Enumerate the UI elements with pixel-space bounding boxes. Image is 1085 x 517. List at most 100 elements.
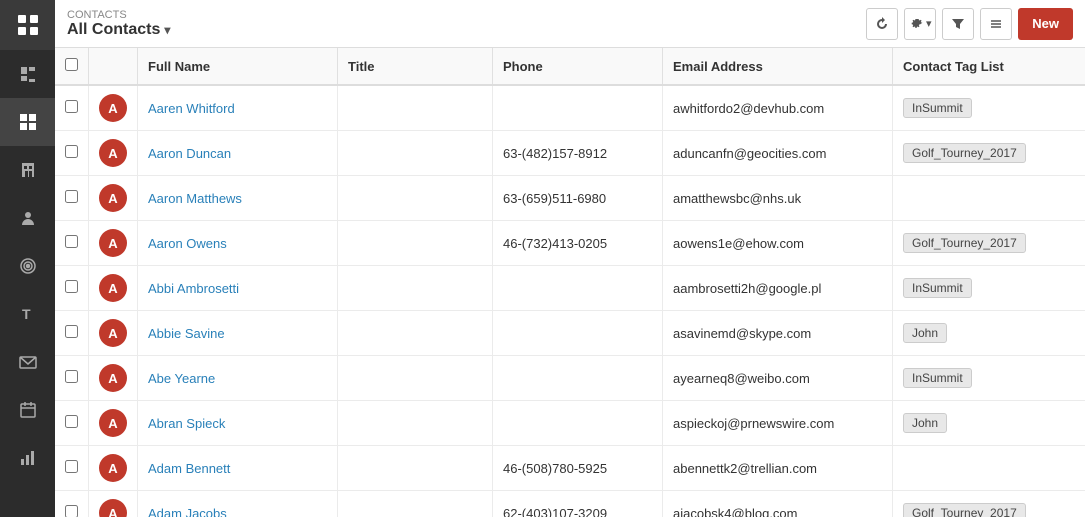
row-avatar-cell: A <box>89 311 138 356</box>
contact-name-link[interactable]: Aaron Owens <box>148 236 227 251</box>
contact-tag[interactable]: Golf_Tourney_2017 <box>903 503 1026 517</box>
contact-tag[interactable]: InSummit <box>903 98 972 118</box>
header-fullname[interactable]: Full Name <box>138 48 338 85</box>
columns-button[interactable] <box>980 8 1012 40</box>
row-tag-cell <box>893 446 1085 491</box>
svg-text:T: T <box>22 306 31 322</box>
contact-name-link[interactable]: Adam Jacobs <box>148 506 227 517</box>
row-checkbox[interactable] <box>65 280 78 293</box>
breadcrumb: CONTACTS <box>67 9 170 21</box>
sidebar-item-contacts[interactable] <box>0 98 55 146</box>
avatar: A <box>99 409 127 437</box>
select-all-checkbox[interactable] <box>65 58 78 71</box>
row-name-cell: Abe Yearne <box>138 356 338 401</box>
row-name-cell: Abran Spieck <box>138 401 338 446</box>
contact-tag[interactable]: Golf_Tourney_2017 <box>903 233 1026 253</box>
sidebar-item-calendar[interactable] <box>0 386 55 434</box>
header: CONTACTS All Contacts ▾ ▾ New <box>55 0 1085 48</box>
contact-tag[interactable]: InSummit <box>903 368 972 388</box>
row-checkbox[interactable] <box>65 100 78 113</box>
page-title: All Contacts ▾ <box>67 21 170 39</box>
row-name-cell: Aaron Owens <box>138 221 338 266</box>
header-tag-list[interactable]: Contact Tag List <box>893 48 1085 85</box>
row-checkbox-cell <box>55 221 89 266</box>
row-checkbox[interactable] <box>65 370 78 383</box>
contact-name-link[interactable]: Abe Yearne <box>148 371 215 386</box>
sidebar-item-mail[interactable] <box>0 338 55 386</box>
contact-tag[interactable]: InSummit <box>903 278 972 298</box>
sidebar-item-text[interactable]: T <box>0 290 55 338</box>
avatar: A <box>99 319 127 347</box>
row-phone-cell <box>493 401 663 446</box>
row-title-cell <box>338 176 493 221</box>
avatar: A <box>99 364 127 392</box>
avatar: A <box>99 139 127 167</box>
row-tag-cell: Golf_Tourney_2017 <box>893 491 1085 517</box>
row-checkbox[interactable] <box>65 460 78 473</box>
table-header-row: Full Name Title Phone Email Address Cont… <box>55 48 1085 85</box>
row-checkbox[interactable] <box>65 190 78 203</box>
refresh-button[interactable] <box>866 8 898 40</box>
dropdown-caret-icon: ▾ <box>164 23 170 37</box>
header-checkbox-col <box>55 48 89 85</box>
row-checkbox-cell <box>55 131 89 176</box>
avatar: A <box>99 454 127 482</box>
row-avatar-cell: A <box>89 491 138 517</box>
row-checkbox[interactable] <box>65 325 78 338</box>
row-email-cell: aduncanfn@geocities.com <box>663 131 893 176</box>
row-checkbox[interactable] <box>65 505 78 517</box>
row-avatar-cell: A <box>89 356 138 401</box>
row-checkbox[interactable] <box>65 145 78 158</box>
new-button[interactable]: New <box>1018 8 1073 40</box>
contact-name-link[interactable]: Aaron Matthews <box>148 191 242 206</box>
contact-name-link[interactable]: Aaron Duncan <box>148 146 231 161</box>
contact-name-link[interactable]: Abran Spieck <box>148 416 225 431</box>
contact-name-link[interactable]: Adam Bennett <box>148 461 230 476</box>
row-avatar-cell: A <box>89 446 138 491</box>
sidebar-item-chart[interactable] <box>0 434 55 482</box>
contact-tag[interactable]: Golf_Tourney_2017 <box>903 143 1026 163</box>
row-title-cell <box>338 491 493 517</box>
contact-name-link[interactable]: Abbie Savine <box>148 326 225 341</box>
row-avatar-cell: A <box>89 401 138 446</box>
row-tag-cell <box>893 176 1085 221</box>
sidebar-logo[interactable] <box>0 0 55 50</box>
row-phone-cell: 63-(659)511-6980 <box>493 176 663 221</box>
row-phone-cell: 63-(482)157-8912 <box>493 131 663 176</box>
table-row: A Adam Jacobs 62-(403)107-3209 ajacobsk4… <box>55 491 1085 517</box>
row-phone-cell <box>493 85 663 131</box>
row-email-cell: aspieckoj@prnewswire.com <box>663 401 893 446</box>
row-title-cell <box>338 131 493 176</box>
sidebar-item-target[interactable] <box>0 242 55 290</box>
row-phone-cell <box>493 356 663 401</box>
row-checkbox-cell <box>55 176 89 221</box>
sidebar-item-buildings[interactable] <box>0 146 55 194</box>
contact-tag[interactable]: John <box>903 413 947 433</box>
contact-name-link[interactable]: Aaren Whitford <box>148 101 235 116</box>
row-email-cell: asavinemd@skype.com <box>663 311 893 356</box>
avatar: A <box>99 229 127 257</box>
row-name-cell: Abbi Ambrosetti <box>138 266 338 311</box>
row-checkbox[interactable] <box>65 235 78 248</box>
row-checkbox-cell <box>55 356 89 401</box>
sidebar-item-dashboard[interactable] <box>0 50 55 98</box>
contact-tag[interactable]: John <box>903 323 947 343</box>
header-title[interactable]: Title <box>338 48 493 85</box>
header-avatar-col <box>89 48 138 85</box>
contact-name-link[interactable]: Abbi Ambrosetti <box>148 281 239 296</box>
settings-button[interactable]: ▾ <box>904 8 936 40</box>
header-email[interactable]: Email Address <box>663 48 893 85</box>
sidebar-item-people[interactable] <box>0 194 55 242</box>
contacts-table-container: Full Name Title Phone Email Address Cont… <box>55 48 1085 517</box>
row-checkbox[interactable] <box>65 415 78 428</box>
row-title-cell <box>338 266 493 311</box>
filter-button[interactable] <box>942 8 974 40</box>
table-row: A Abe Yearne ayearneq8@weibo.com InSummi… <box>55 356 1085 401</box>
header-phone[interactable]: Phone <box>493 48 663 85</box>
table-row: A Abbi Ambrosetti aambrosetti2h@google.p… <box>55 266 1085 311</box>
row-avatar-cell: A <box>89 131 138 176</box>
row-phone-cell <box>493 311 663 356</box>
row-email-cell: amatthewsbc@nhs.uk <box>663 176 893 221</box>
row-title-cell <box>338 401 493 446</box>
row-avatar-cell: A <box>89 221 138 266</box>
